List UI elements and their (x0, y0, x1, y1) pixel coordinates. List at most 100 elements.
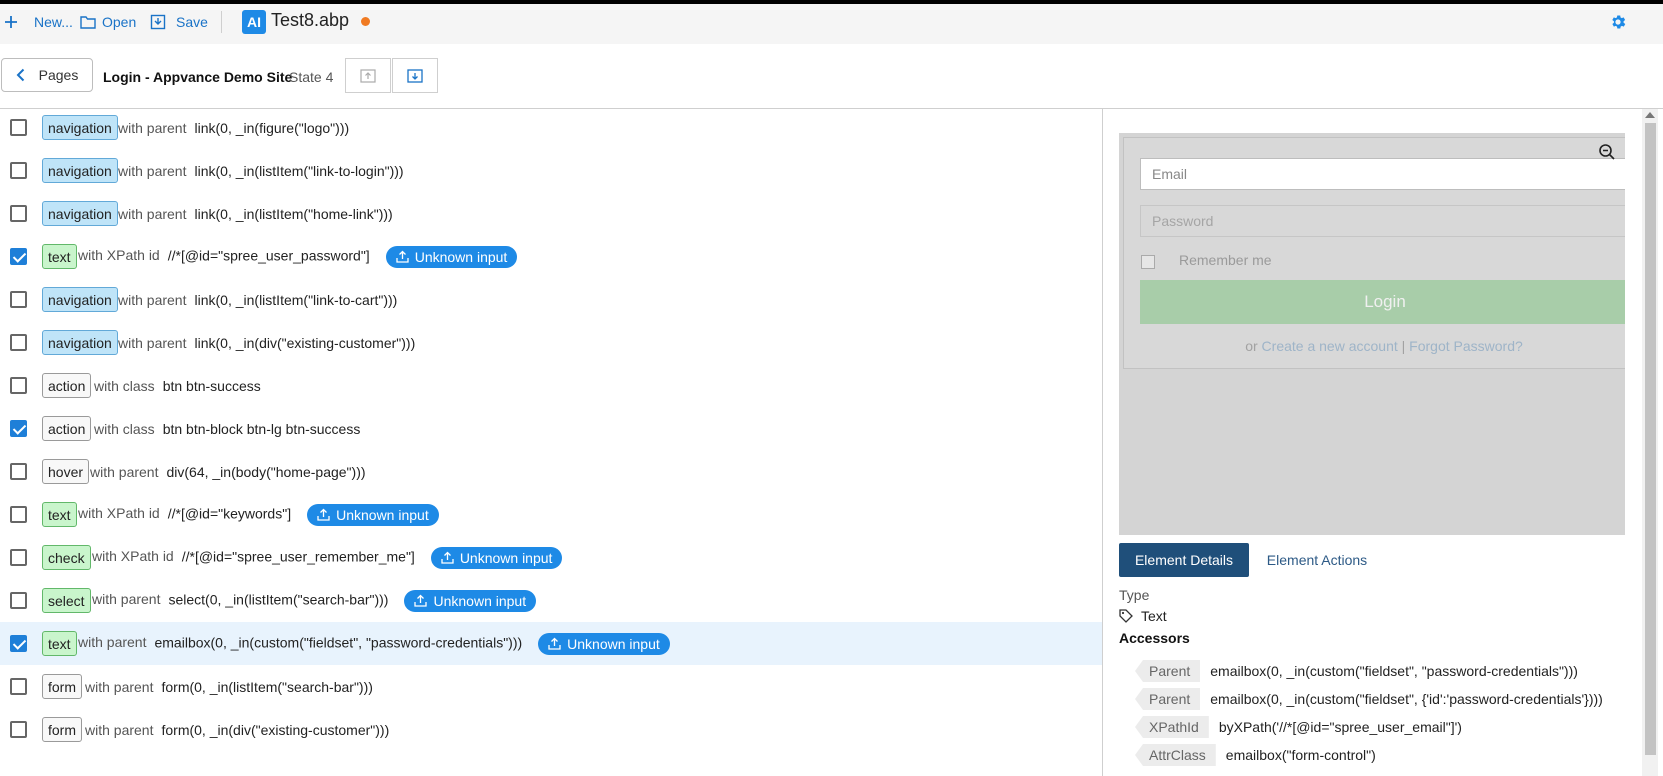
row-checkbox[interactable] (10, 721, 27, 738)
table-row[interactable]: navigation with parent link(0, _in(div("ex… (0, 321, 1102, 364)
element-type-tag: select (42, 588, 91, 613)
file-title: Test8.abp (271, 10, 350, 30)
accessor-value: emailbox(0, _in(custom("fieldset", {'id'… (1210, 691, 1603, 707)
row-locator: with class btn btn-block btn-lg btn-succe… (94, 421, 360, 437)
tab-element-details[interactable]: Element Details (1119, 543, 1249, 577)
locator-kind: with parent (85, 721, 154, 738)
unknown-input-button[interactable]: Unknown input (307, 503, 439, 526)
unknown-input-button[interactable]: Unknown input (538, 632, 670, 655)
row-checkbox[interactable] (10, 635, 27, 652)
locator-value: link(0, _in(listItem("home-link"))) (194, 205, 393, 222)
upload-icon (441, 551, 454, 564)
locator-kind: with XPath id (92, 548, 174, 565)
preview-remember-label: Remember me (1179, 252, 1272, 268)
preview-login-form: Email Password Remember me Login or Crea… (1123, 137, 1625, 369)
row-checkbox[interactable] (10, 506, 27, 523)
accessor-row[interactable]: Parent emailbox(0, _in(custom("fieldset",… (1135, 687, 1603, 711)
row-locator: with parent form(0, _in(div("existing-cus… (85, 722, 389, 738)
element-type-tag: text (42, 244, 77, 269)
open-button[interactable]: Open (80, 8, 136, 36)
row-checkbox[interactable] (10, 377, 27, 394)
unknown-input-label: Unknown input (414, 248, 508, 265)
row-checkbox[interactable] (10, 205, 27, 222)
row-locator: with parent link(0, _in(listItem("link-to… (118, 292, 397, 308)
row-checkbox[interactable] (10, 549, 27, 566)
element-type-tag: navigation (42, 287, 118, 312)
preview-or-text: or (1245, 338, 1258, 354)
locator-value: emailbox(0, _in(custom("fieldset", "pass… (154, 634, 523, 651)
preview-login-button[interactable]: Login (1140, 280, 1625, 324)
page-title: Login - Appvance Demo Site (103, 69, 293, 85)
gear-icon (1612, 15, 1626, 29)
row-checkbox[interactable] (10, 463, 27, 480)
element-type-tag: check (42, 545, 91, 570)
table-row[interactable]: hover with parent div(64, _in(body("home-p… (0, 450, 1102, 493)
locator-value: btn btn-success (162, 377, 261, 394)
element-type-tag: navigation (42, 158, 118, 183)
table-row[interactable]: navigation with parent link(0, _in(figure(… (0, 109, 1102, 149)
row-checkbox[interactable] (10, 592, 27, 609)
plus-icon (5, 16, 17, 28)
settings-button[interactable] (1609, 13, 1627, 36)
upload-icon (396, 250, 409, 263)
table-row[interactable]: navigation with parent link(0, _in(listIte… (0, 192, 1102, 235)
zoom-out-button[interactable] (1598, 143, 1616, 166)
upload-button[interactable] (345, 58, 391, 93)
table-row[interactable]: text with XPath id //*[@id="spree_user_pas… (0, 235, 1102, 278)
locator-value: link(0, _in(listItem("link-to-cart"))) (194, 291, 398, 308)
preview-pipe: | (1401, 338, 1406, 354)
table-row[interactable]: text with parent emailbox(0, _in(custom("f… (0, 622, 1102, 665)
preview-create-account-link[interactable]: Create a new account (1262, 338, 1398, 354)
preview-password-field[interactable]: Password (1140, 205, 1625, 237)
table-row[interactable]: form with parent form(0, _in(div("existing… (0, 708, 1102, 751)
table-row[interactable]: text with XPath id //*[@id="keywords"] Unkn… (0, 493, 1102, 536)
table-row[interactable]: navigation with parent link(0, _in(listIte… (0, 278, 1102, 321)
table-row[interactable]: form with parent form(0, _in(listItem("sea… (0, 665, 1102, 708)
locator-value: btn btn-block btn-lg btn-success (162, 420, 361, 437)
accessor-row[interactable]: AttrClass emailbox("form-control") (1135, 743, 1376, 767)
unknown-input-button[interactable]: Unknown input (430, 546, 563, 569)
scrollbar-thumb[interactable] (1645, 123, 1656, 755)
accessor-row[interactable]: XPathId byXPath('//*[@id="spree_user_emai… (1135, 715, 1462, 739)
upload-icon (360, 68, 376, 83)
chevron-left-icon (16, 68, 24, 82)
row-checkbox[interactable] (10, 162, 27, 179)
table-row[interactable]: select with parent select(0, _in(listItem(… (0, 579, 1102, 622)
row-checkbox[interactable] (10, 420, 27, 437)
locator-kind: with class (94, 420, 155, 437)
new-button[interactable]: New... (4, 8, 73, 36)
accessor-row[interactable]: Parent emailbox(0, _in(custom("fieldset",… (1135, 659, 1578, 683)
upload-icon (317, 508, 330, 521)
locator-value: div(64, _in(body("home-page"))) (166, 463, 366, 480)
row-checkbox[interactable] (10, 678, 27, 695)
unknown-input-button[interactable]: Unknown input (385, 245, 518, 268)
preview-email-field[interactable]: Email (1140, 158, 1625, 190)
locator-value: link(0, _in(figure("logo"))) (194, 119, 350, 136)
locator-value: //*[@id="spree_user_remember_me"] (181, 548, 415, 565)
unknown-input-button[interactable]: Unknown input (404, 589, 537, 612)
tab-element-actions[interactable]: Element Actions (1257, 543, 1377, 577)
save-button[interactable]: Save (150, 8, 208, 36)
row-checkbox[interactable] (10, 119, 27, 136)
download-button[interactable] (392, 58, 438, 93)
pages-back-button[interactable]: Pages (1, 58, 93, 92)
accessor-value: emailbox(0, _in(custom("fieldset", "pass… (1210, 663, 1578, 679)
page-header: Pages Login - Appvance Demo Site State 4 (0, 44, 1663, 109)
accessor-value: emailbox("form-control") (1225, 747, 1376, 763)
scroll-up-arrow[interactable] (1645, 112, 1655, 118)
row-checkbox[interactable] (10, 291, 27, 308)
row-checkbox[interactable] (10, 248, 27, 265)
locator-value: form(0, _in(listItem("search-bar"))) (161, 678, 373, 695)
row-checkbox[interactable] (10, 334, 27, 351)
table-row[interactable]: check with XPath id //*[@id="spree_user_re… (0, 536, 1102, 579)
type-label: Type (1119, 587, 1150, 603)
locator-kind: with class (94, 377, 155, 394)
element-type-tag: form (42, 717, 82, 742)
table-row[interactable]: action with class btn btn-block btn-lg btn… (0, 407, 1102, 450)
table-row[interactable]: action with class btn btn-success (0, 364, 1102, 407)
table-row[interactable]: navigation with parent link(0, _in(listIte… (0, 149, 1102, 192)
element-type-tag: hover (42, 459, 90, 484)
preview-forgot-password-link[interactable]: Forgot Password? (1409, 338, 1523, 354)
row-locator: with parent emailbox(0, _in(custom("field… (78, 632, 670, 655)
preview-remember-checkbox[interactable] (1141, 255, 1155, 269)
